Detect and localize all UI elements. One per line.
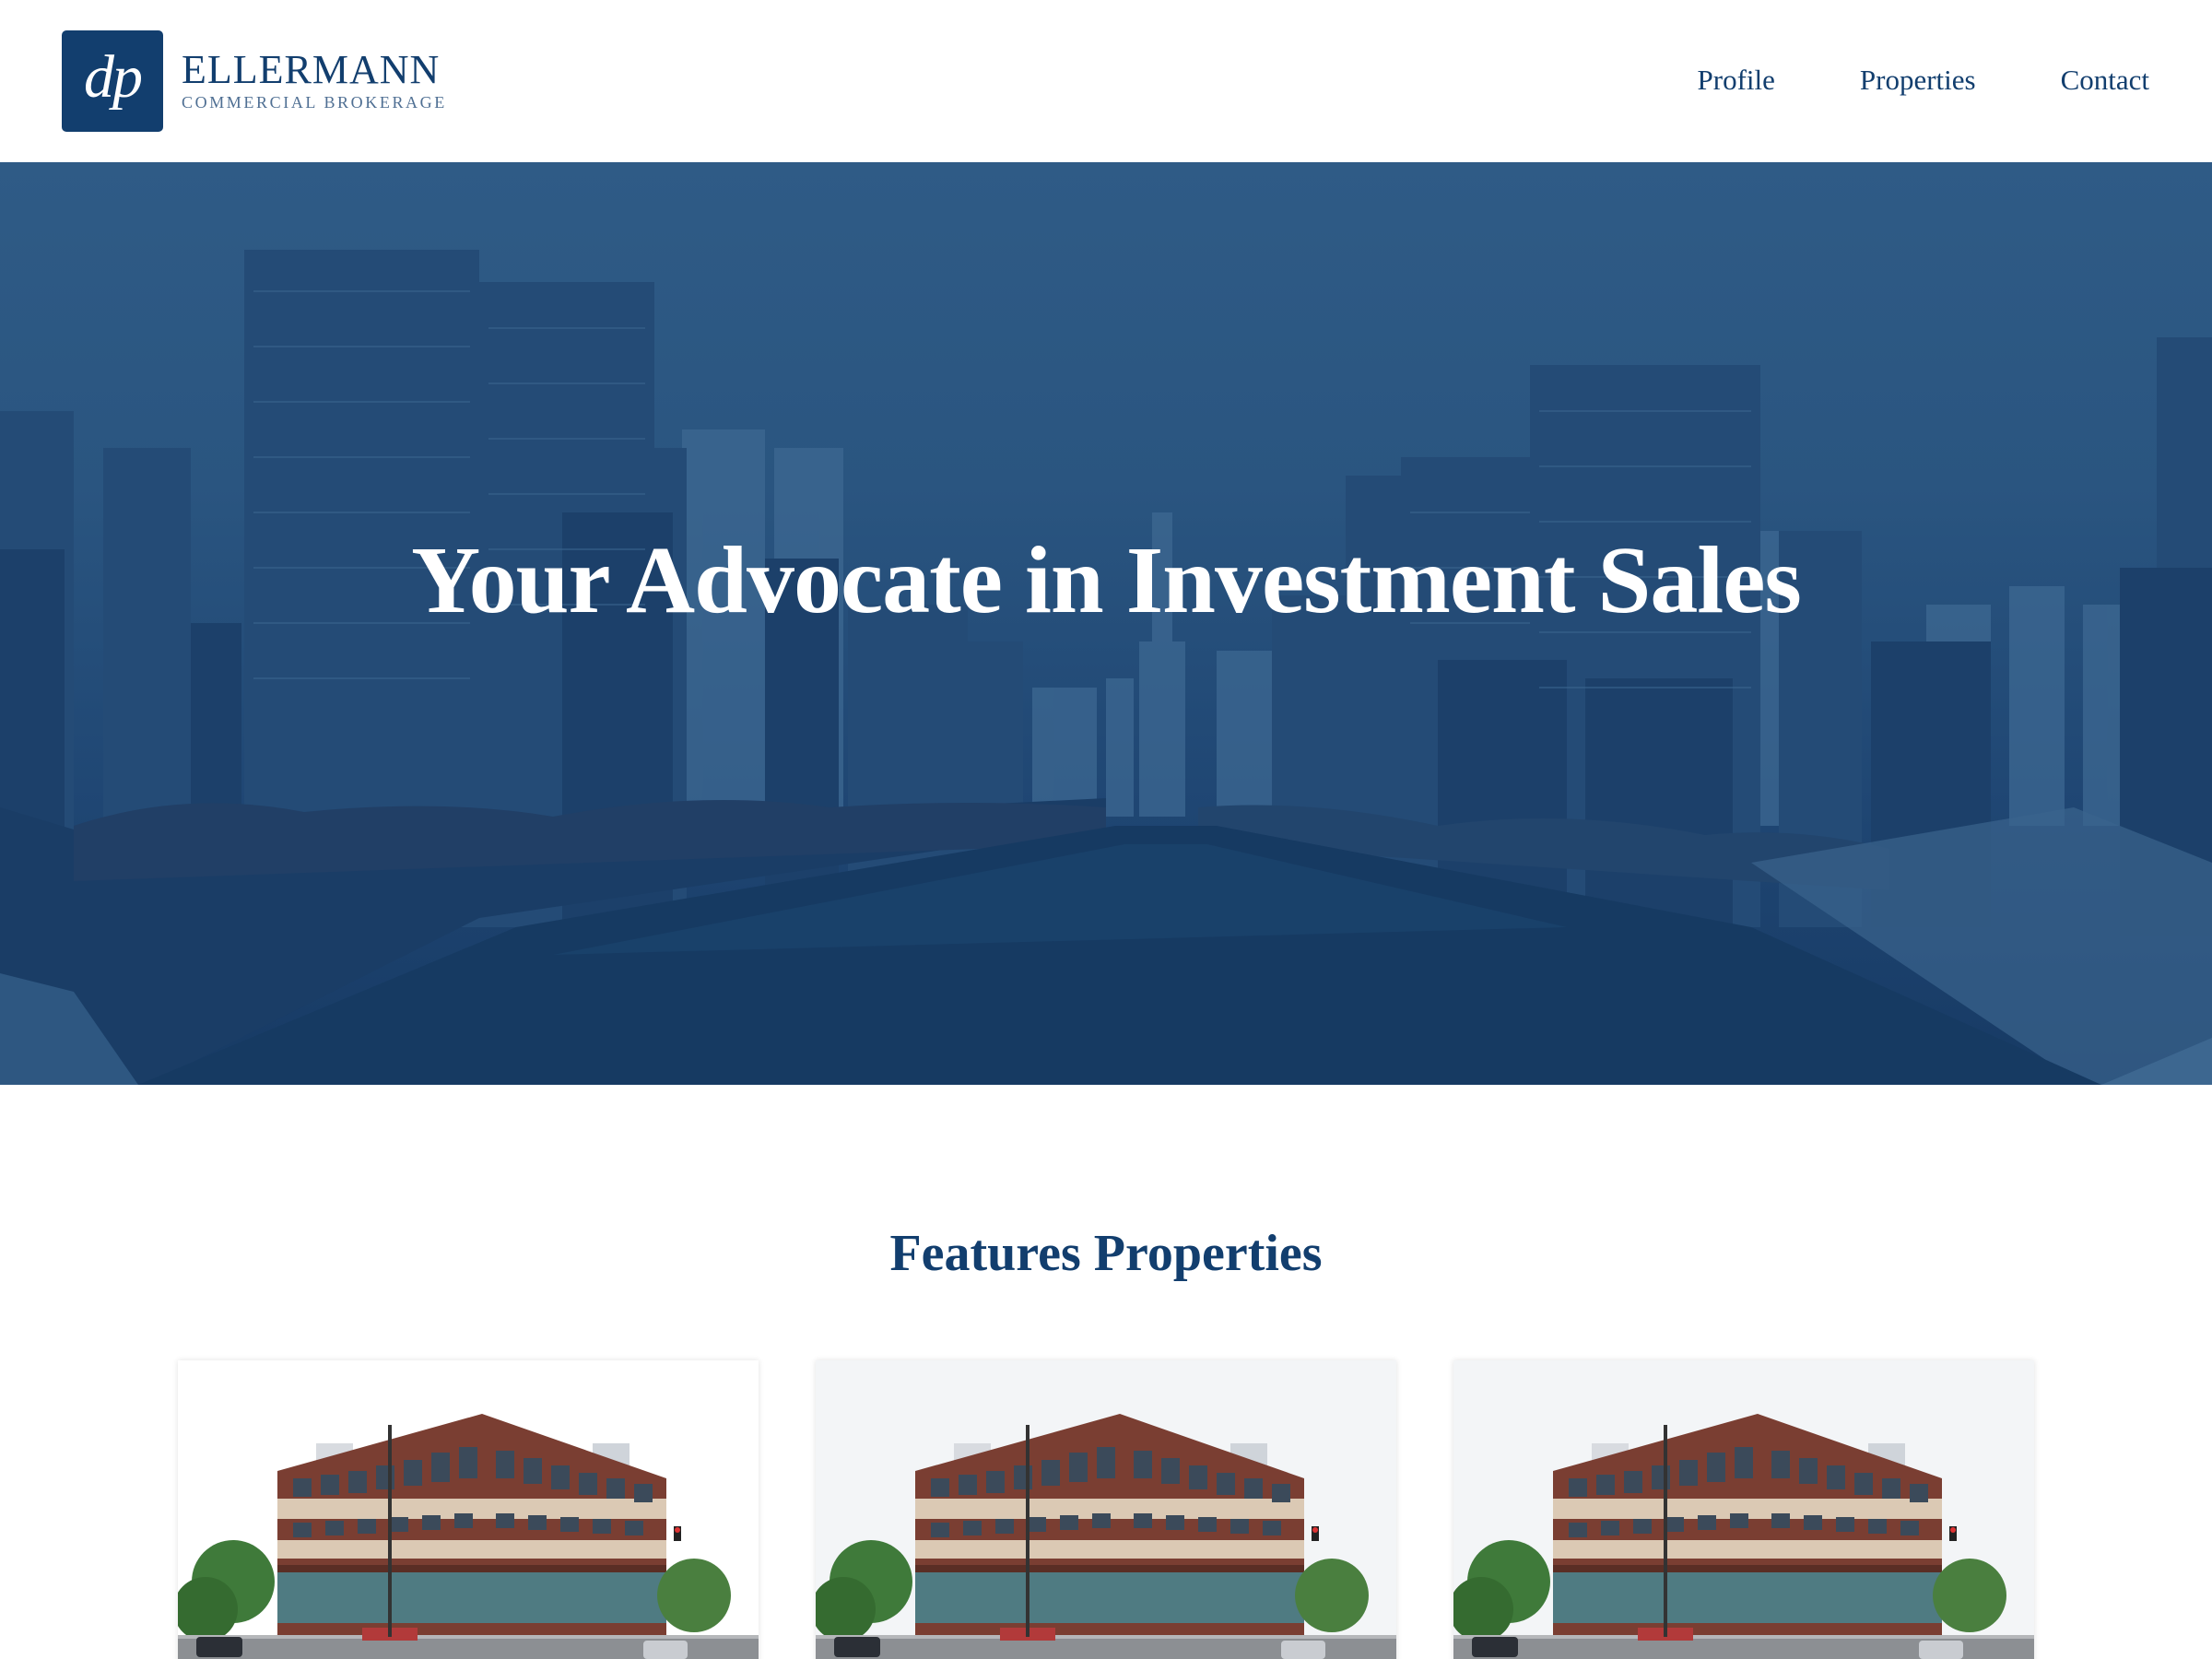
nav-item-profile[interactable]: Profile xyxy=(1698,57,1775,103)
brand-name: ELLERMANN xyxy=(182,47,441,92)
property-card[interactable] xyxy=(1453,1360,2034,1659)
hero-title: Your Advocate in Investment Sales xyxy=(411,527,1802,633)
property-photo xyxy=(178,1360,759,1659)
property-card[interactable] xyxy=(816,1360,1396,1659)
property-card[interactable] xyxy=(178,1360,759,1659)
nav-item-contact[interactable]: Contact xyxy=(2061,57,2149,103)
brand-logo[interactable]: dp ELLERMANN COMMERCIAL BROKERAGE xyxy=(62,30,447,132)
property-photo xyxy=(1453,1360,2034,1659)
nav-item-properties[interactable]: Properties xyxy=(1860,57,1976,103)
brand-tagline: COMMERCIAL BROKERAGE xyxy=(182,93,447,112)
site-header: dp ELLERMANN COMMERCIAL BROKERAGE Profil… xyxy=(0,0,2212,162)
property-photo xyxy=(816,1360,1396,1659)
featured-section-title: Features Properties xyxy=(889,1225,1323,1282)
property-card-list xyxy=(178,1360,2034,1659)
logo-wordmark: ELLERMANN COMMERCIAL BROKERAGE xyxy=(182,50,447,112)
logo-monogram: dp xyxy=(62,30,163,132)
hero-banner: Your Advocate in Investment Sales xyxy=(0,162,2212,1085)
main-nav: Profile Properties Contact xyxy=(1613,57,2150,103)
